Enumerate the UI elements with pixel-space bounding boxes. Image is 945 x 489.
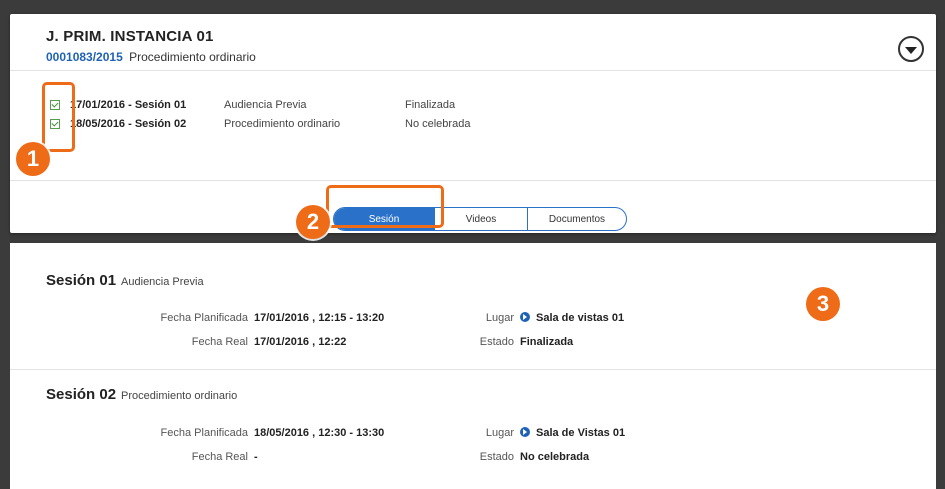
real-date-value: - bbox=[254, 451, 258, 463]
place-link[interactable]: Sala de Vistas 01 bbox=[520, 427, 625, 439]
session-type: Procedimiento ordinario bbox=[224, 117, 341, 130]
session-date: 18/05/2016 - Sesión 02 bbox=[70, 117, 187, 130]
session-title: Sesión 01 Audiencia Previa bbox=[46, 272, 204, 289]
case-number-link[interactable]: 0001083/2015 bbox=[46, 50, 123, 64]
session-detail-card: Sesión 01 Audiencia Previa Fecha Planific… bbox=[10, 243, 936, 369]
planned-date-label: Fecha Planificada bbox=[160, 427, 248, 439]
session-list: 17/01/2016 - Sesión 01 Audiencia Previa … bbox=[50, 95, 470, 133]
session-state: Finalizada bbox=[405, 98, 456, 111]
session-subtitle: Audiencia Previa bbox=[121, 276, 204, 288]
tab-videos[interactable]: Videos bbox=[434, 208, 527, 230]
play-circle-icon bbox=[520, 312, 530, 322]
session-state: No celebrada bbox=[405, 117, 471, 130]
place: Lugar Sala de Vistas 01 bbox=[450, 427, 625, 439]
planned-date: Fecha Planificada 17/01/2016 , 12:15 - 1… bbox=[100, 312, 385, 324]
tab-documentos[interactable]: Documentos bbox=[527, 208, 626, 230]
case-line: 0001083/2015 Procedimiento ordinario bbox=[46, 50, 256, 64]
highlight-session-tab bbox=[326, 185, 444, 228]
place-label: Lugar bbox=[485, 427, 514, 439]
place-label: Lugar bbox=[485, 312, 514, 324]
session-title: Sesión 02 Procedimiento ordinario bbox=[46, 386, 237, 403]
state-label: Estado bbox=[479, 336, 514, 348]
real-date-value: 17/01/2016 , 12:22 bbox=[254, 336, 347, 348]
state-value: Finalizada bbox=[520, 336, 574, 348]
session-subtitle: Procedimiento ordinario bbox=[121, 390, 238, 402]
planned-date-label: Fecha Planificada bbox=[160, 312, 248, 324]
session-type: Audiencia Previa bbox=[224, 98, 307, 111]
place: Lugar Sala de vistas 01 bbox=[450, 312, 624, 324]
play-circle-icon bbox=[520, 427, 530, 437]
place-link[interactable]: Sala de vistas 01 bbox=[520, 312, 624, 324]
highlight-checkboxes bbox=[42, 82, 75, 152]
session-row[interactable]: 18/05/2016 - Sesión 02 Procedimiento ord… bbox=[50, 114, 470, 133]
session-detail-card: Sesión 02 Procedimiento ordinario Fecha P… bbox=[10, 370, 936, 489]
state: Estado Finalizada bbox=[450, 336, 573, 348]
planned-date-value: 17/01/2016 , 12:15 - 13:20 bbox=[254, 312, 385, 324]
real-date-label: Fecha Real bbox=[191, 451, 248, 463]
place-value: Sala de Vistas 01 bbox=[536, 427, 626, 439]
real-date: Fecha Real - bbox=[100, 451, 258, 463]
state: Estado No celebrada bbox=[450, 451, 589, 463]
session-date: 17/01/2016 - Sesión 01 bbox=[70, 98, 187, 111]
planned-date-value: 18/05/2016 , 12:30 - 13:30 bbox=[254, 427, 385, 439]
session-name: Sesión 01 bbox=[46, 272, 117, 289]
state-value: No celebrada bbox=[520, 451, 590, 463]
real-date: Fecha Real 17/01/2016 , 12:22 bbox=[100, 336, 347, 348]
step-badge-1: 1 bbox=[16, 142, 50, 176]
case-card: J. PRIM. INSTANCIA 01 0001083/2015 Proce… bbox=[10, 14, 936, 233]
planned-date: Fecha Planificada 18/05/2016 , 12:30 - 1… bbox=[100, 427, 385, 439]
session-row[interactable]: 17/01/2016 - Sesión 01 Audiencia Previa … bbox=[50, 95, 470, 114]
divider bbox=[10, 70, 936, 71]
chevron-down-icon bbox=[905, 47, 917, 54]
case-type: Procedimiento ordinario bbox=[129, 50, 256, 64]
session-name: Sesión 02 bbox=[46, 386, 117, 403]
session-details: 3 Sesión 01 Audiencia Previa Fecha Planif… bbox=[10, 243, 936, 489]
divider bbox=[10, 180, 936, 181]
state-label: Estado bbox=[479, 451, 514, 463]
place-value: Sala de vistas 01 bbox=[536, 312, 625, 324]
court-title: J. PRIM. INSTANCIA 01 bbox=[46, 28, 214, 45]
expand-button[interactable] bbox=[898, 36, 924, 62]
step-badge-2: 2 bbox=[296, 205, 330, 239]
real-date-label: Fecha Real bbox=[191, 336, 248, 348]
